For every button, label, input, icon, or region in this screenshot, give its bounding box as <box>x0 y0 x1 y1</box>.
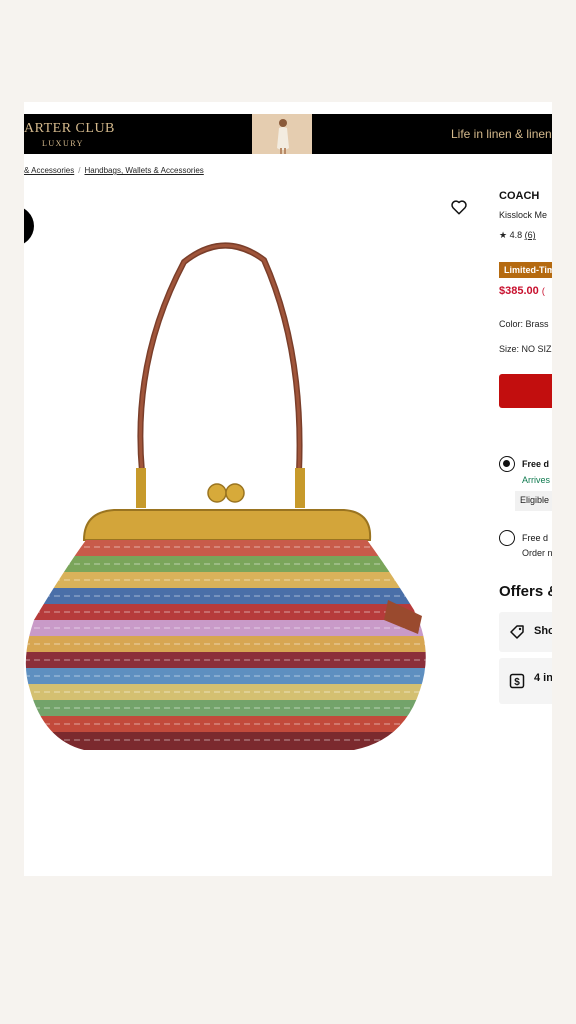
heart-icon[interactable] <box>450 198 468 216</box>
product-name: Kisslock Me <box>499 210 548 220</box>
shipping-option-1-title: Free d <box>522 459 550 469</box>
shipping-eligible-tag: Eligible <box>515 491 552 511</box>
product-rating[interactable]: ★ 4.8 (6) <box>499 230 536 241</box>
product-price: $385.00 ( <box>499 285 545 297</box>
rating-value: ★ 4.8 <box>499 230 523 240</box>
shipping-option-2-title: Free d <box>522 533 549 543</box>
offer-card-1[interactable]: Sho <box>499 612 552 652</box>
price-value: $385.00 <box>499 285 539 297</box>
promo-banner[interactable]: ARTER CLUB LUXURY Life in linen & linen <box>24 114 552 154</box>
tag-icon <box>510 625 524 639</box>
shipping-option-2-sub: Order n <box>522 548 552 558</box>
breadcrumb-separator: / <box>78 166 81 175</box>
offers-heading: Offers & <box>499 583 552 600</box>
svg-text:$: $ <box>514 677 520 688</box>
dollar-icon: $ <box>509 673 525 689</box>
offer-card-2[interactable]: $ 4 in <box>499 658 552 704</box>
size-selection: Size: NO SIZE <box>499 344 552 354</box>
color-selection: Color: Brass <box>499 319 549 329</box>
product-image <box>25 242 426 750</box>
banner-brand: ARTER CLUB <box>24 121 115 136</box>
breadcrumb: & Accessories / Handbags, Wallets & Access… <box>24 166 204 175</box>
review-count[interactable]: (6) <box>525 230 536 240</box>
shipping-option-1-radio[interactable] <box>499 456 515 472</box>
offer-card-1-text: Sho <box>534 625 552 637</box>
breadcrumb-link-accessories[interactable]: & Accessories <box>24 166 74 175</box>
breadcrumb-link-handbags[interactable]: Handbags, Wallets & Accessories <box>84 166 203 175</box>
add-to-bag-button[interactable] <box>499 374 552 408</box>
shipping-option-2-radio[interactable] <box>499 530 515 546</box>
limited-time-badge: Limited-Time <box>499 262 552 278</box>
banner-model-photo <box>252 114 312 154</box>
offer-card-2-text: 4 in <box>534 672 552 684</box>
product-brand[interactable]: COACH <box>499 190 539 202</box>
product-page-frame: ARTER CLUB LUXURY Life in linen & linen … <box>24 102 552 876</box>
banner-brand-sub: LUXURY <box>42 139 84 148</box>
price-extra: ( <box>541 286 545 296</box>
shipping-option-1-arrives: Arrives <box>522 475 551 485</box>
banner-tagline: Life in linen & linen <box>451 127 552 141</box>
